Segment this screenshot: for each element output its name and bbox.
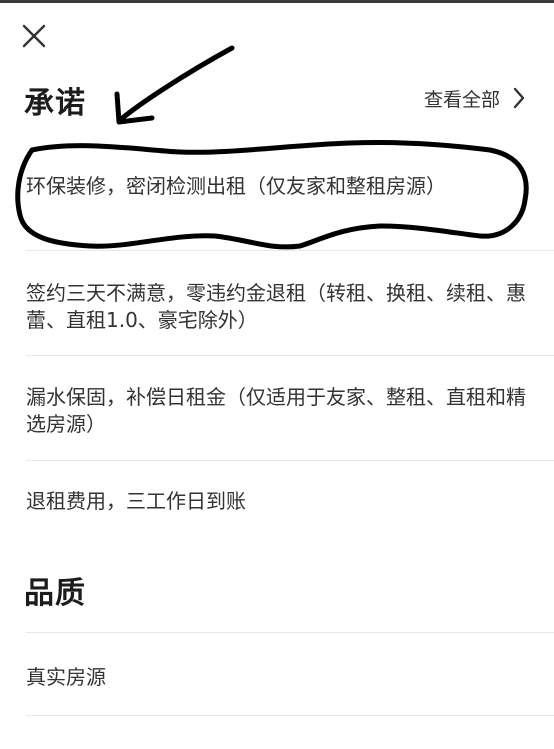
divider <box>26 715 554 716</box>
chevron-right-icon <box>513 87 525 109</box>
divider <box>26 355 554 356</box>
promise-section-title: 承诺 <box>24 86 86 121</box>
annotation-arrow-head <box>114 91 155 125</box>
view-all-button[interactable]: 查看全部 <box>424 80 526 116</box>
annotation-arrow-shaft <box>117 45 235 123</box>
promise-item-three-day-refund[interactable]: 签约三天不满意，零违约金退租（转租、换租、续租、惠蕾、直租1.0、豪宅除外） <box>26 280 526 334</box>
promise-item-eco-decoration[interactable]: 环保装修，密闭检测出租（仅友家和整租房源） <box>26 173 526 200</box>
close-button[interactable] <box>14 16 54 56</box>
close-icon <box>22 24 46 48</box>
top-border <box>0 0 554 3</box>
promise-item-refund-fee[interactable]: 退租费用，三工作日到账 <box>26 488 526 515</box>
divider <box>26 460 554 461</box>
view-all-label: 查看全部 <box>423 88 500 111</box>
divider <box>26 250 554 251</box>
promise-item-leak-warranty[interactable]: 漏水保固，补偿日租金（仅适用于友家、整租、直租和精选房源） <box>26 384 526 438</box>
quality-section-title: 品质 <box>24 576 86 611</box>
quality-item-real-listing[interactable]: 真实房源 <box>26 664 526 691</box>
divider <box>26 632 554 633</box>
